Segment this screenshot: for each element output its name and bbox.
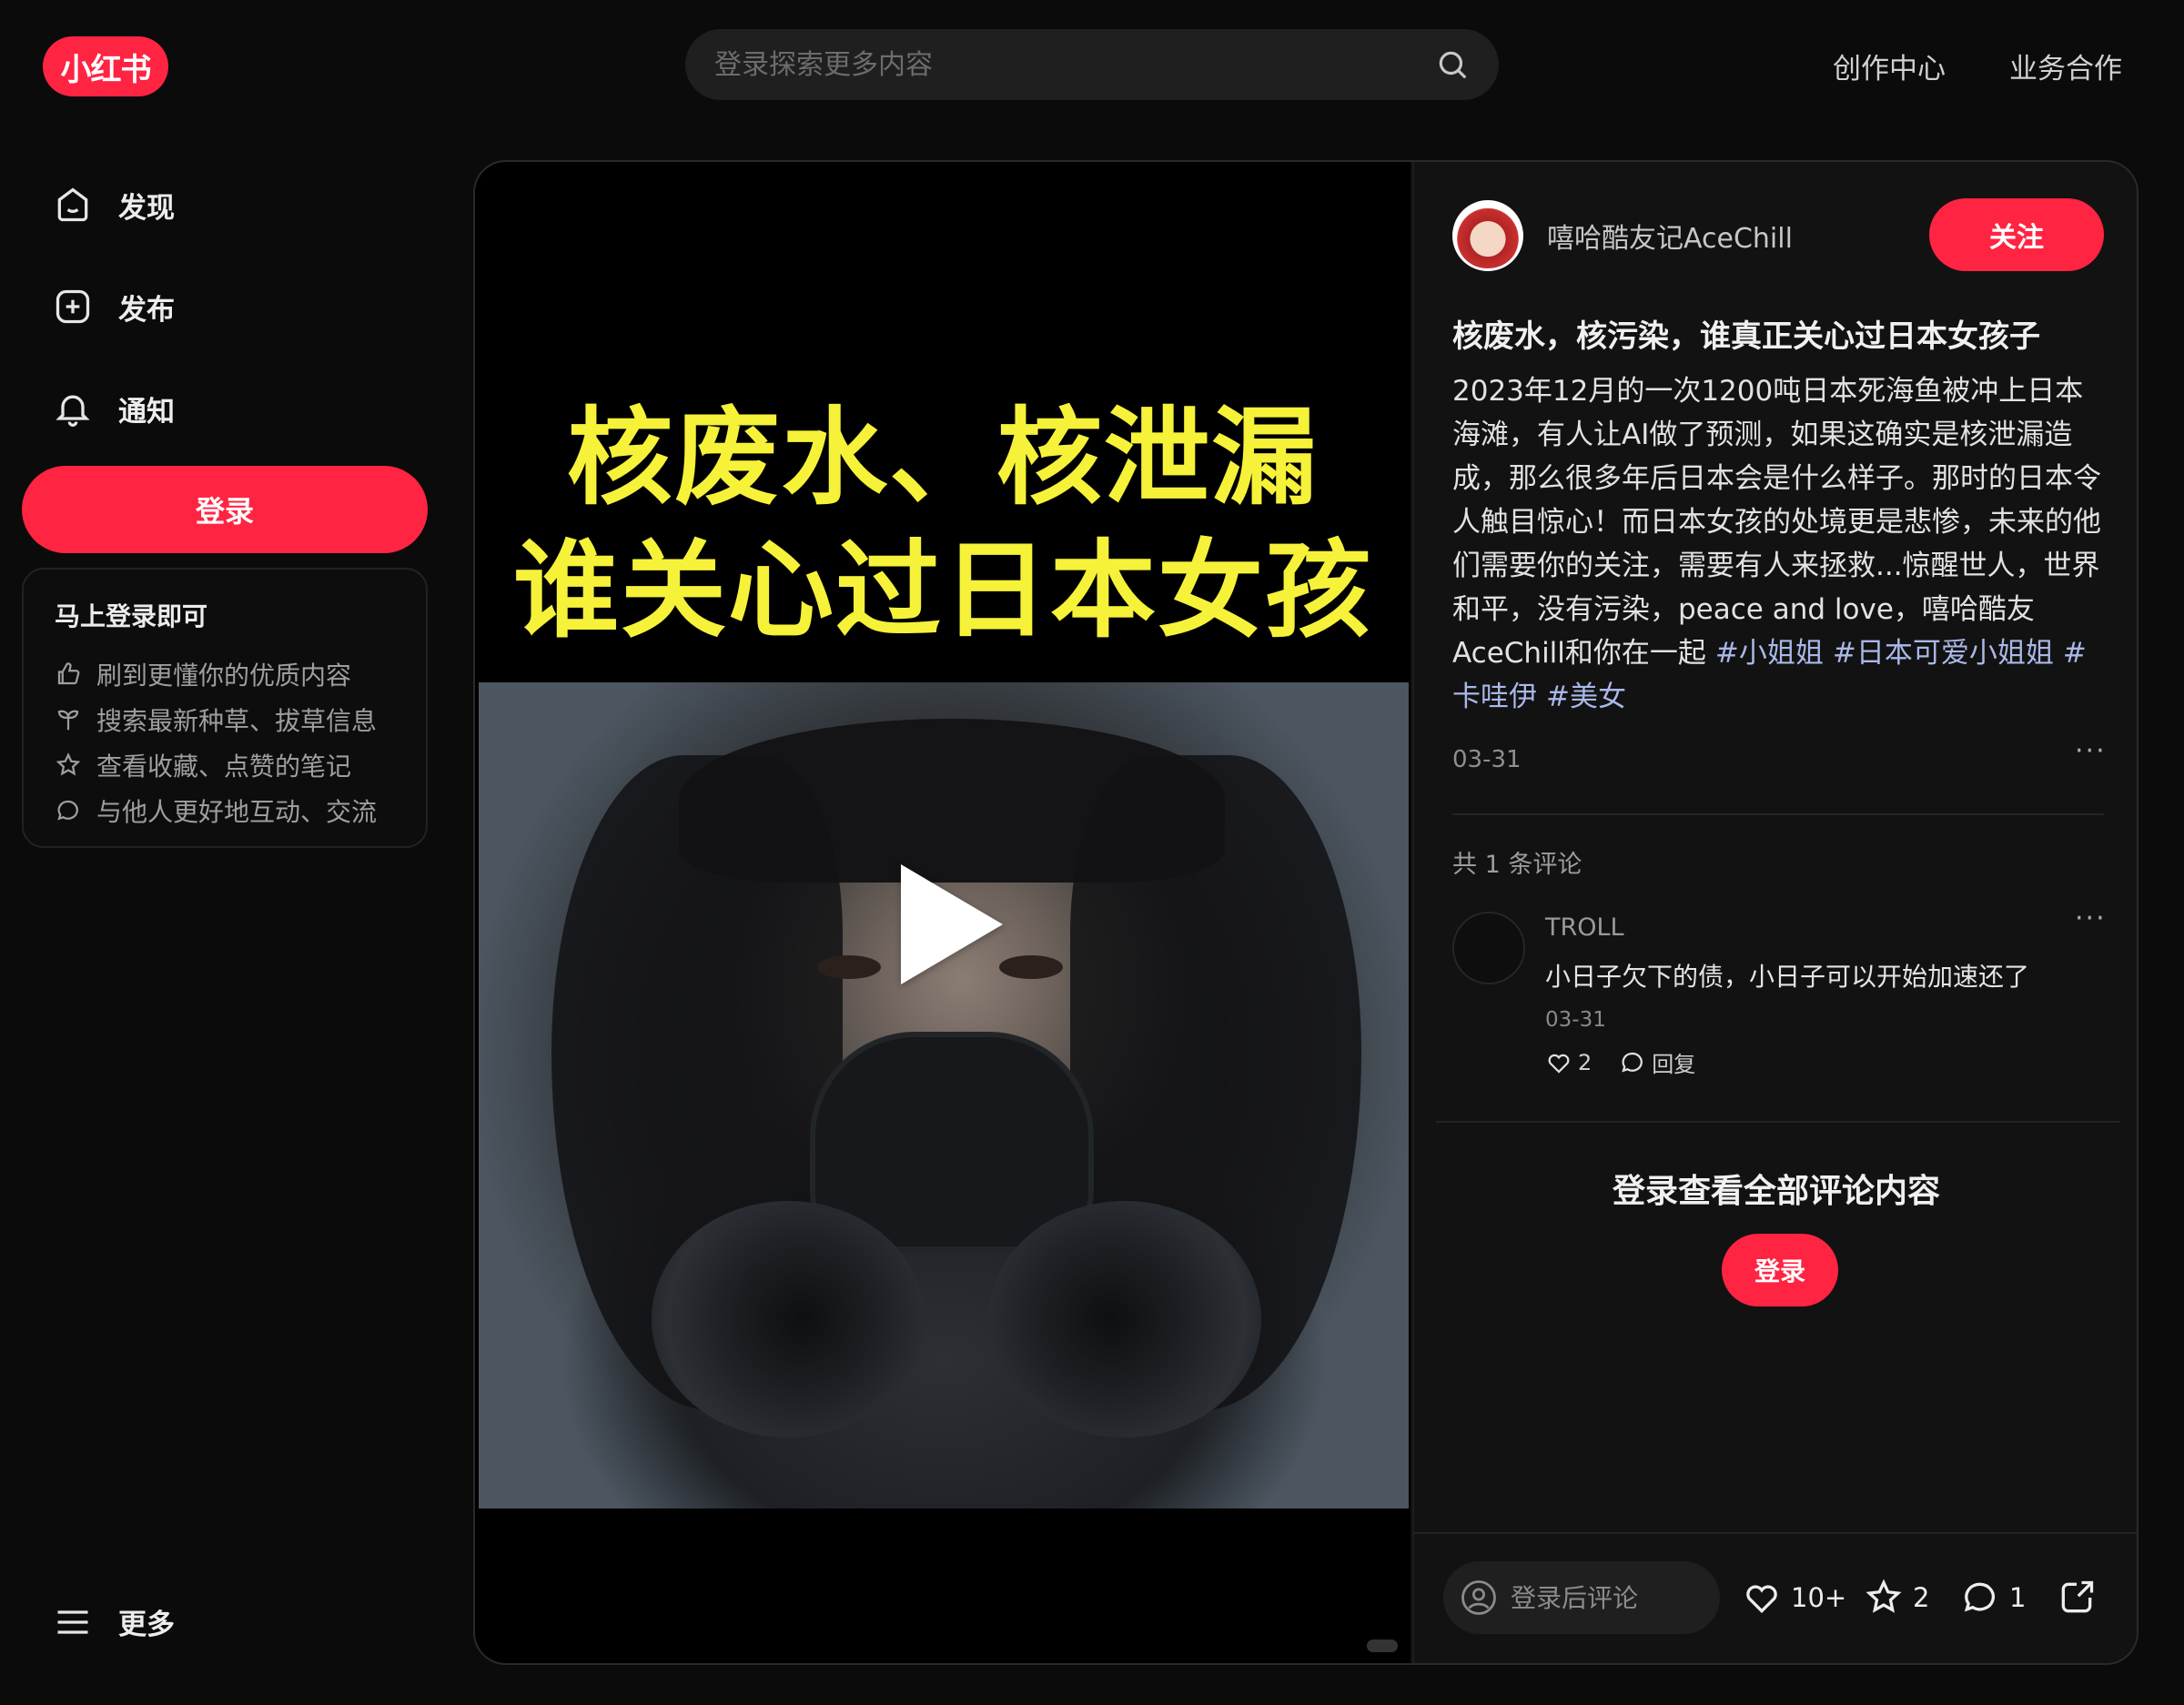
thumbs-up-icon — [57, 662, 80, 685]
star-icon — [1866, 1579, 1902, 1613]
video-headline-line1: 核废水、核泄漏 — [567, 397, 1319, 520]
thumbnail-mask-filter — [988, 1201, 1261, 1438]
chat-bubble-icon — [1964, 1582, 1996, 1612]
video-thumbnail — [479, 682, 1409, 1508]
sidebar-item-label: 发现 — [118, 191, 175, 225]
plus-square-icon — [56, 289, 90, 324]
hashtag-link[interactable]: #小姐姐 — [1715, 637, 1824, 670]
xiaohongshu-logo[interactable]: 小红书 — [43, 36, 168, 96]
bell-icon — [56, 395, 90, 427]
comment-like-count: 2 — [1578, 1049, 1592, 1075]
thumbnail-mask-filter — [652, 1201, 925, 1438]
search-icon[interactable] — [1435, 47, 1470, 82]
heart-icon — [1746, 1585, 1777, 1614]
heart-icon — [1548, 1054, 1570, 1074]
comment-reply-button[interactable]: 回复 — [1619, 1046, 1695, 1078]
creator-center-link[interactable]: 创作中心 — [1833, 45, 1946, 86]
chat-bubble-icon — [1622, 1052, 1643, 1073]
collect-count: 2 — [1913, 1582, 1930, 1613]
chat-bubble-icon — [57, 800, 78, 821]
note-description: 2023年12月的一次1200吨日本死海鱼被冲上日本海滩，有人让AI做了预测，如… — [1452, 369, 2104, 719]
collect-button[interactable]: 2 — [1864, 1578, 1929, 1618]
video-headline-line2: 谁关心过日本女孩 — [513, 530, 1372, 652]
hashtag-link[interactable]: #日本可爱小姐姐 — [1833, 637, 2054, 670]
promo-item-text: 查看收藏、点赞的笔记 — [96, 752, 352, 782]
promo-item-text: 与他人更好地互动、交流 — [96, 797, 378, 827]
divider — [1436, 1121, 2120, 1123]
sidebar-item-notifications[interactable]: 通知 — [53, 386, 175, 431]
video-player[interactable]: 核废水、核泄漏 谁关心过日本女孩 — [475, 162, 1410, 1663]
share-button[interactable] — [2057, 1578, 2097, 1618]
play-icon[interactable] — [901, 864, 1003, 984]
search-bar[interactable] — [685, 29, 1499, 100]
commenter-avatar[interactable] — [1452, 912, 1525, 984]
hashtag-link[interactable]: #美女 — [1546, 681, 1626, 713]
engagement-bar: 10+ 2 1 — [1414, 1532, 2137, 1663]
promo-item: 查看收藏、点赞的笔记 — [55, 742, 395, 788]
login-promo-panel: 马上登录即可 刷到更懂你的优质内容 搜索最新种草、拔草信息 查看收藏、点赞的笔记… — [22, 568, 428, 848]
follow-button[interactable]: 关注 — [1929, 198, 2104, 271]
comment-text: 小日子欠下的债，小日子可以开始加速还了 — [1545, 962, 2030, 992]
promo-item: 刷到更懂你的优质内容 — [55, 651, 395, 697]
business-cooperation-link[interactable]: 业务合作 — [2009, 45, 2122, 86]
sidebar-item-label: 发布 — [118, 293, 175, 327]
video-watermark — [1367, 1639, 1398, 1652]
comment-button[interactable]: 1 — [1960, 1578, 2026, 1618]
author-name[interactable]: 嘻哈酷友记AceChill — [1547, 216, 1793, 256]
note-info-panel: 嘻哈酷友记AceChill 关注 核废水，核污染，谁真正关心过日本女孩子 202… — [1412, 162, 2137, 1663]
note-title: 核废水，核污染，谁真正关心过日本女孩子 — [1452, 318, 2040, 355]
divider — [1452, 813, 2104, 815]
comment-like-button[interactable]: 2 — [1545, 1046, 1592, 1078]
author-avatar[interactable] — [1452, 200, 1523, 271]
search-input[interactable] — [714, 48, 1435, 81]
commenter-name[interactable]: TROLL — [1545, 913, 1624, 942]
promo-item: 与他人更好地互动、交流 — [55, 788, 395, 833]
like-count: 10+ — [1791, 1582, 1847, 1613]
comment-count: 共 1 条评论 — [1452, 851, 1582, 879]
like-button[interactable]: 10+ — [1742, 1578, 1846, 1618]
login-to-view-comments: 登录查看全部评论内容 — [1612, 1173, 1940, 1210]
thumbnail-gas-mask — [815, 1037, 1088, 1246]
comments-login-button[interactable]: 登录 — [1722, 1234, 1838, 1306]
sidebar-item-discover[interactable]: 发现 — [53, 182, 175, 227]
promo-item-text: 搜索最新种草、拔草信息 — [96, 706, 378, 736]
comment-count-stat: 1 — [2009, 1582, 2027, 1613]
note-more-options-icon[interactable]: ··· — [2075, 735, 2107, 767]
sidebar-more[interactable]: 更多 — [53, 1601, 175, 1642]
comment-reply-label: 回复 — [1652, 1052, 1696, 1077]
comment-input[interactable] — [1511, 1582, 1720, 1613]
menu-icon — [57, 1609, 88, 1634]
comment-input-box[interactable] — [1443, 1561, 1720, 1634]
star-icon — [56, 752, 81, 776]
note-description-text: 2023年12月的一次1200吨日本死海鱼被冲上日本海滩，有人让AI做了预测，如… — [1452, 375, 2101, 670]
thumbnail-eye — [817, 955, 881, 979]
share-icon — [2061, 1580, 2094, 1613]
play-button[interactable] — [888, 857, 1016, 990]
promo-item: 搜索最新种草、拔草信息 — [55, 697, 395, 742]
promo-item-text: 刷到更懂你的优质内容 — [96, 661, 352, 691]
sidebar-item-label: 通知 — [118, 395, 175, 429]
note-detail-card: 核废水、核泄漏 谁关心过日本女孩 嘻哈酷友记AceChill 关注 核废水，核污… — [473, 160, 2138, 1665]
comment-date: 03-31 — [1545, 1008, 1606, 1032]
sidebar-login-button[interactable]: 登录 — [22, 466, 428, 553]
home-icon — [57, 187, 88, 222]
author-info[interactable]: 嘻哈酷友记AceChill — [1452, 200, 1793, 271]
sidebar-more-label: 更多 — [118, 1609, 175, 1641]
comment-more-options-icon[interactable]: ··· — [2075, 903, 2107, 934]
promo-title: 马上登录即可 — [55, 601, 208, 631]
sidebar-item-publish[interactable]: 发布 — [53, 284, 175, 329]
comment-actions: 2 回复 — [1545, 1046, 1695, 1078]
note-date: 03-31 — [1452, 746, 1522, 773]
user-avatar-icon — [1461, 1580, 1496, 1615]
sprout-icon — [57, 710, 79, 731]
